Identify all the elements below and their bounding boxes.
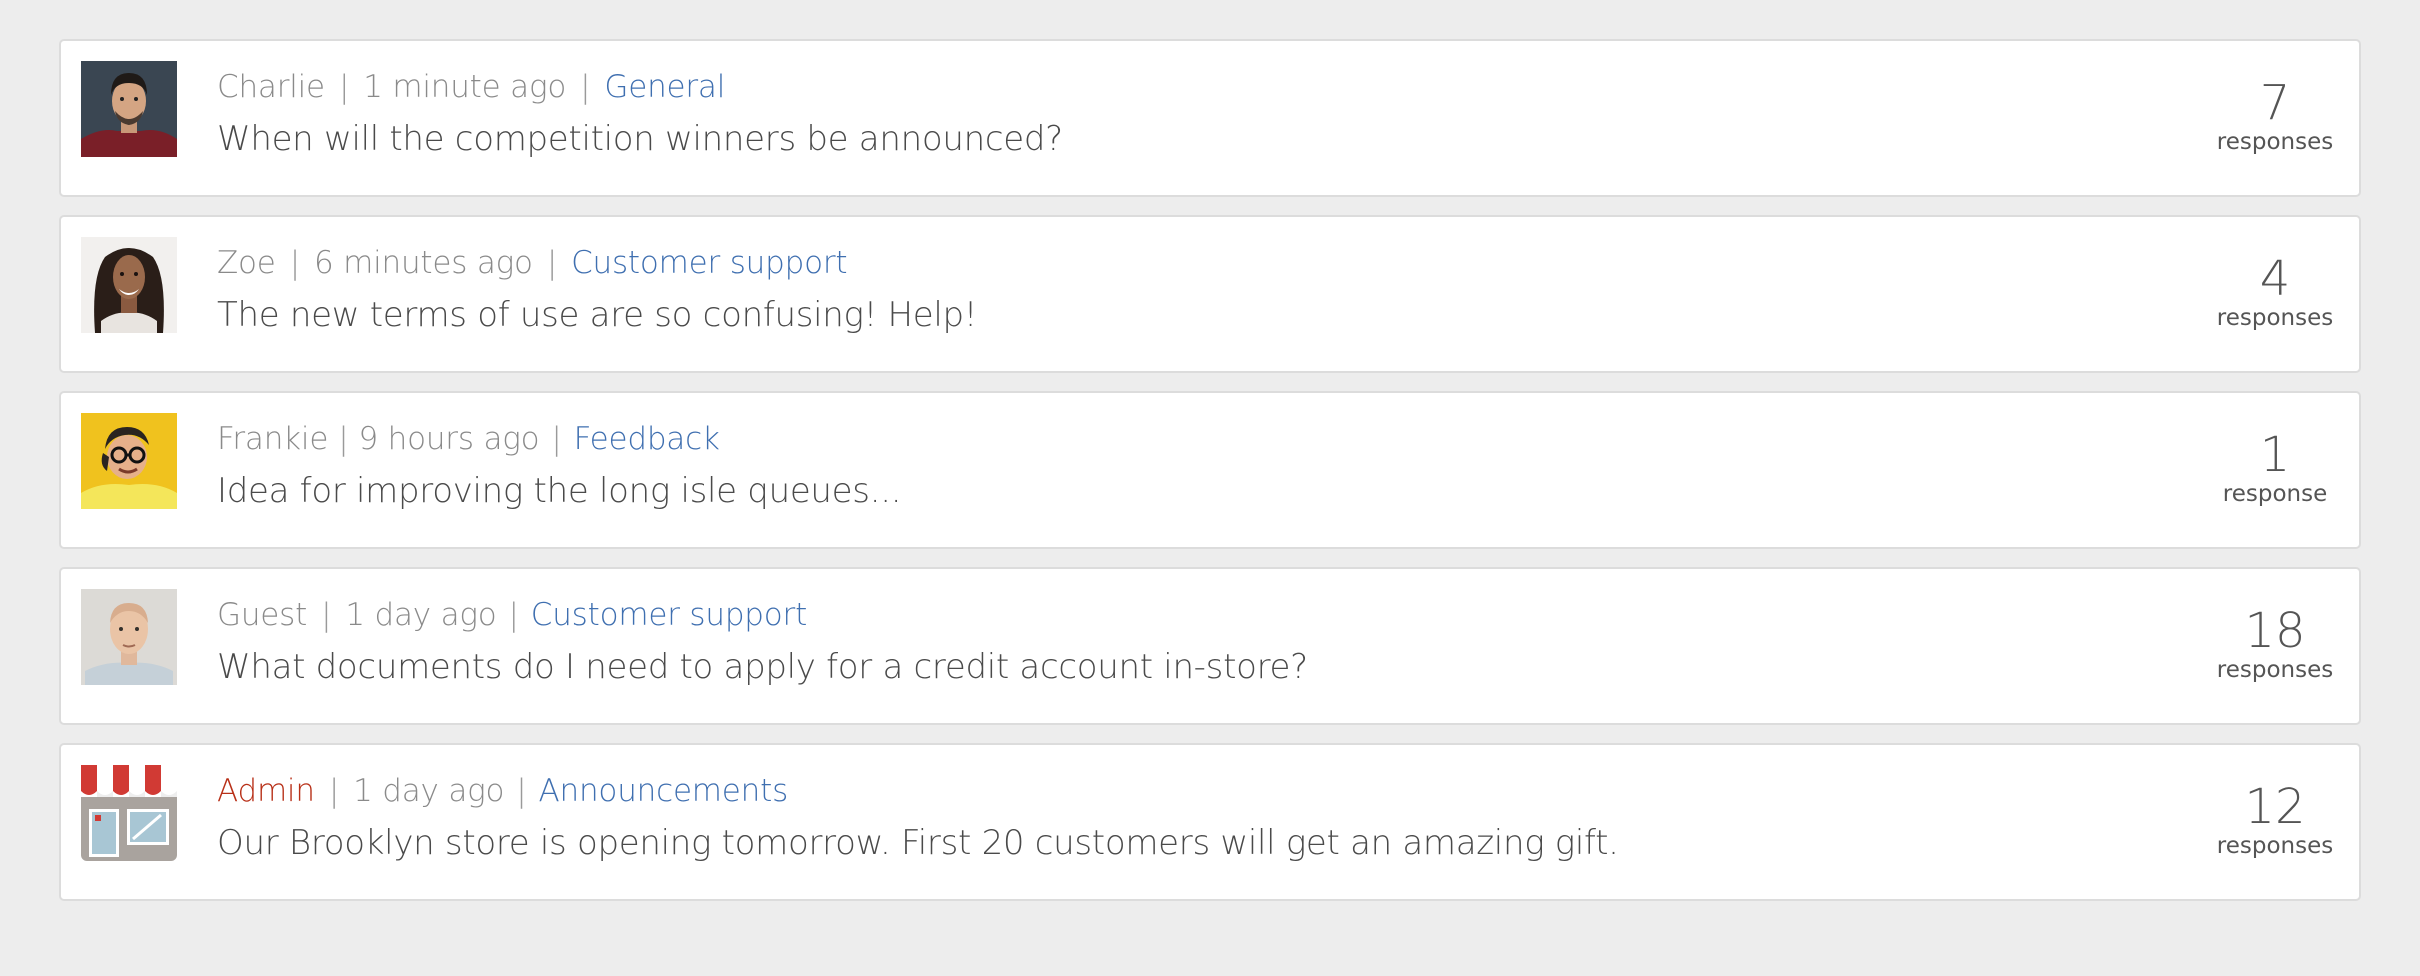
author-name[interactable]: Zoe xyxy=(217,245,276,281)
post-title[interactable]: What documents do I need to apply for a … xyxy=(217,647,1308,687)
category-link[interactable]: Feedback xyxy=(574,421,720,457)
separator: | xyxy=(338,69,350,105)
separator: | xyxy=(580,69,591,105)
woman-smiling-avatar[interactable] xyxy=(81,237,177,333)
author-name[interactable]: Admin xyxy=(217,773,315,809)
response-count: 4 responses xyxy=(2215,253,2335,331)
post-time: 1 minute ago xyxy=(363,69,567,105)
separator: | xyxy=(289,245,300,281)
response-number: 12 xyxy=(2244,779,2306,835)
separator: | xyxy=(516,773,527,809)
discussion-item[interactable]: Frankie | 9 hours ago | Feedback Idea for im… xyxy=(59,391,2361,549)
post-title[interactable]: When will the competition winners be ann… xyxy=(217,119,1063,159)
response-number: 1 xyxy=(2259,427,2291,483)
post-title[interactable]: Idea for improving the long isle queues.… xyxy=(217,471,902,511)
post-meta: Charlie | 1 minute ago | General xyxy=(217,69,725,113)
author-name[interactable]: Guest xyxy=(217,597,307,633)
post-meta: Guest | 1 day ago | Customer support xyxy=(217,597,807,641)
post-time: 1 day ago xyxy=(345,597,497,633)
response-label: responses xyxy=(2216,129,2334,155)
response-label: response xyxy=(2222,481,2328,507)
response-label: responses xyxy=(2216,833,2334,859)
response-count: 12 responses xyxy=(2215,781,2335,859)
response-count: 7 responses xyxy=(2215,77,2335,155)
response-number: 4 xyxy=(2259,251,2291,307)
separator: | xyxy=(328,773,340,809)
category-link[interactable]: Customer support xyxy=(571,245,847,281)
response-label: responses xyxy=(2216,305,2334,331)
discussion-list: Charlie | 1 minute ago | General When will t… xyxy=(59,39,2361,919)
post-meta: Admin | 1 day ago | Announcements xyxy=(217,773,788,817)
bald-man-avatar[interactable] xyxy=(81,589,177,685)
separator: | xyxy=(338,421,349,457)
author-name[interactable]: Frankie xyxy=(217,421,328,457)
category-link[interactable]: Announcements xyxy=(539,773,789,809)
separator: | xyxy=(551,421,562,457)
response-count: 1 response xyxy=(2215,429,2335,507)
post-time: 6 minutes ago xyxy=(313,245,533,281)
man-dark-hair-avatar[interactable] xyxy=(81,61,177,157)
separator: | xyxy=(508,597,519,633)
man-glasses-yellow-avatar[interactable] xyxy=(81,413,177,509)
category-link[interactable]: Customer support xyxy=(531,597,807,633)
response-number: 7 xyxy=(2259,75,2291,131)
storefront-icon[interactable] xyxy=(81,765,177,861)
post-time: 9 hours ago xyxy=(358,421,540,457)
author-name[interactable]: Charlie xyxy=(217,69,325,105)
post-meta: Zoe | 6 minutes ago | Customer support xyxy=(217,245,848,289)
separator: | xyxy=(546,245,558,281)
post-meta: Frankie | 9 hours ago | Feedback xyxy=(217,421,720,465)
post-time: 1 day ago xyxy=(353,773,505,809)
category-link[interactable]: General xyxy=(604,69,725,105)
post-title[interactable]: The new terms of use are so confusing! H… xyxy=(217,295,977,335)
response-count: 18 responses xyxy=(2215,605,2335,683)
post-title[interactable]: Our Brooklyn store is opening tomorrow. … xyxy=(217,823,1619,863)
discussion-item[interactable]: Admin | 1 day ago | Announcements Our Brookl… xyxy=(59,743,2361,901)
response-label: responses xyxy=(2216,657,2334,683)
response-number: 18 xyxy=(2244,603,2306,659)
discussion-item[interactable]: Zoe | 6 minutes ago | Customer support The n… xyxy=(59,215,2361,373)
discussion-item[interactable]: Guest | 1 day ago | Customer support What do… xyxy=(59,567,2361,725)
discussion-item[interactable]: Charlie | 1 minute ago | General When will t… xyxy=(59,39,2361,197)
separator: | xyxy=(321,597,332,633)
